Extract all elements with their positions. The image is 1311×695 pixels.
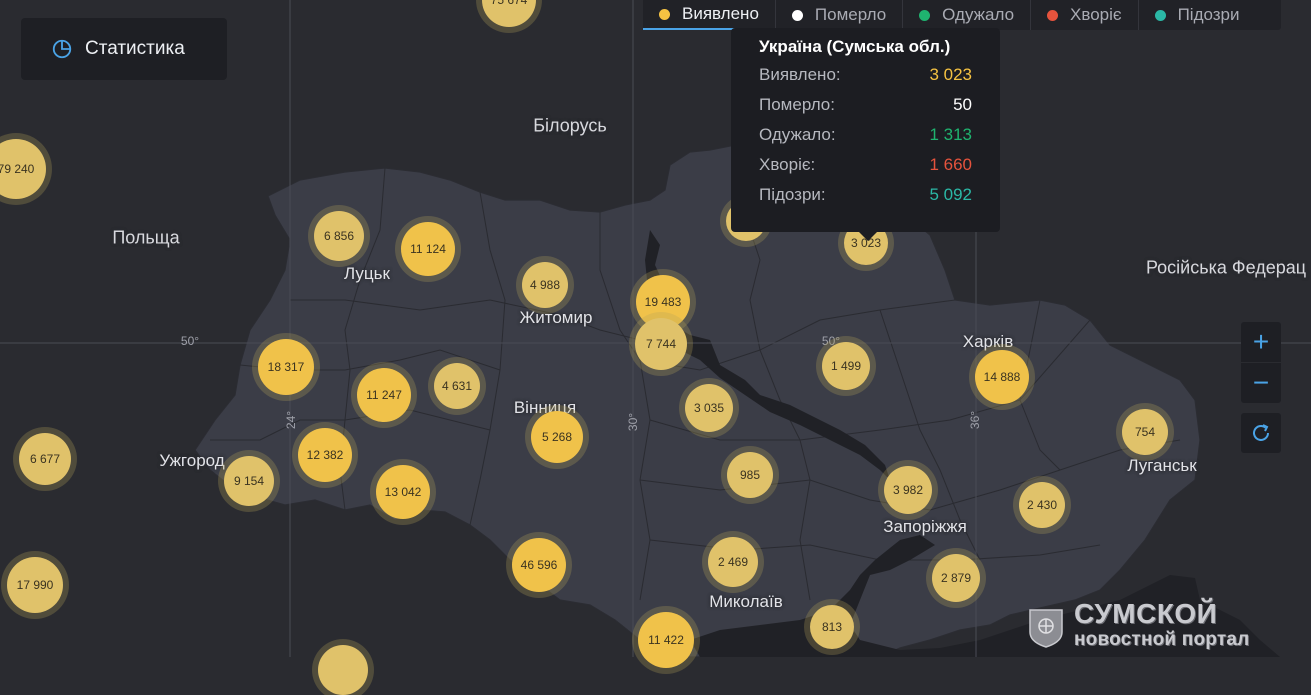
longitude-label: 24°: [284, 410, 298, 430]
case-cluster-marker[interactable]: 9 154: [224, 456, 274, 506]
statistics-button-label: Статистика: [85, 38, 185, 59]
tooltip-row-label: Хворіє:: [759, 155, 816, 174]
case-cluster-marker[interactable]: 13 042: [376, 465, 430, 519]
tab-recovered[interactable]: Одужало: [903, 0, 1032, 30]
case-cluster-marker[interactable]: 2 469: [708, 537, 758, 587]
tab-label: Померло: [814, 5, 887, 24]
case-cluster-marker[interactable]: 4 631: [434, 363, 480, 409]
pie-chart-icon: [52, 39, 72, 59]
watermark: СУМСКОЙ новостной портал: [1028, 598, 1311, 657]
case-cluster-marker[interactable]: 11 422: [638, 612, 694, 668]
watermark-line2: новостной портал: [1074, 629, 1250, 650]
case-cluster-marker[interactable]: 813: [810, 605, 854, 649]
city-label-zaporizhzhia: Запоріжжя: [883, 517, 967, 536]
case-cluster-marker[interactable]: [318, 645, 368, 695]
case-cluster-marker[interactable]: 1 499: [822, 342, 870, 390]
case-cluster-marker[interactable]: 3 035: [685, 384, 733, 432]
case-cluster-marker[interactable]: 14 888: [975, 350, 1029, 404]
tooltip-row-label: Виявлено:: [759, 65, 841, 84]
tab-deaths[interactable]: Померло: [776, 0, 904, 30]
longitude-label: 30°: [626, 412, 640, 432]
refresh-icon: [1253, 424, 1269, 441]
country-label-belarus: Білорусь: [533, 115, 607, 136]
tab-suspected[interactable]: Підозри: [1139, 0, 1256, 30]
tooltip-row-value: 1 313: [929, 125, 972, 144]
status-dot-icon: [919, 9, 931, 21]
tooltip-row-label: Підозри:: [759, 185, 826, 204]
city-label-kharkiv: Харків: [962, 332, 1014, 351]
tab-sick[interactable]: Хворіє: [1031, 0, 1139, 30]
tooltip-arrow: [859, 232, 877, 241]
case-cluster-marker[interactable]: 754: [1122, 409, 1168, 455]
case-cluster-marker[interactable]: 6 677: [19, 433, 71, 485]
tooltip-row-deaths: Померло: 50: [759, 90, 972, 120]
case-cluster-marker[interactable]: 17 990: [7, 557, 63, 613]
status-dot-icon: [1047, 9, 1059, 21]
case-cluster-marker[interactable]: 7 744: [635, 318, 687, 370]
case-cluster-marker[interactable]: 18 317: [258, 339, 314, 395]
tab-label: Одужало: [942, 5, 1015, 24]
city-label-zhytomyr: Житомир: [519, 308, 593, 327]
tooltip-row-recovered: Одужало: 1 313: [759, 120, 972, 150]
tooltip-row-value: 50: [953, 95, 972, 114]
tab-label: Виявлено: [682, 4, 759, 23]
case-cluster-marker[interactable]: 11 247: [357, 368, 411, 422]
zoom-in-button[interactable]: +: [1241, 322, 1281, 362]
country-label-poland: Польща: [112, 227, 180, 248]
tooltip-title: Україна (Сумська обл.): [759, 37, 951, 56]
longitude-label: 36°: [968, 410, 982, 430]
city-label-luhansk: Луганськ: [1127, 456, 1197, 475]
metric-tabs: Виявлено Померло Одужало Хворіє Підозри: [643, 0, 1281, 30]
tooltip-row-value: 5 092: [929, 185, 972, 204]
case-cluster-marker[interactable]: 985: [727, 452, 773, 498]
reset-view-button[interactable]: [1241, 413, 1281, 453]
tab-label: Підозри: [1177, 5, 1240, 24]
tooltip-row-label: Одужало:: [759, 125, 836, 144]
city-label-mykolaiv: Миколаїв: [709, 592, 783, 611]
case-cluster-marker[interactable]: 3 982: [884, 466, 932, 514]
region-tooltip: Україна (Сумська обл.) Виявлено: 3 023 П…: [731, 28, 1000, 241]
status-dot-icon: [1154, 9, 1166, 21]
tooltip-row-sick: Хворіє: 1 660: [759, 150, 972, 180]
tooltip-row-suspected: Підозри: 5 092: [759, 180, 972, 210]
case-cluster-marker[interactable]: 4 988: [522, 262, 568, 308]
status-dot-icon: [791, 9, 803, 21]
status-dot-icon: [659, 8, 670, 20]
tooltip-row-value: 3 023: [929, 65, 972, 84]
watermark-line1: СУМСКОЙ: [1074, 598, 1218, 629]
case-cluster-marker[interactable]: 46 596: [512, 538, 566, 592]
tab-label: Хворіє: [1070, 5, 1122, 24]
tooltip-row-value: 1 660: [929, 155, 972, 174]
case-cluster-marker[interactable]: 5 268: [531, 411, 583, 463]
country-label-russia: Російська Федерац: [1145, 257, 1307, 278]
tooltip-row-detected: Виявлено: 3 023: [759, 60, 972, 90]
tooltip-row-label: Померло:: [759, 95, 835, 114]
statistics-button[interactable]: Статистика: [21, 18, 227, 80]
case-cluster-marker[interactable]: 12 382: [298, 428, 352, 482]
case-cluster-marker[interactable]: 2 430: [1019, 482, 1065, 528]
tab-detected[interactable]: Виявлено: [643, 0, 776, 30]
case-cluster-marker[interactable]: 6 856: [314, 211, 364, 261]
case-cluster-marker[interactable]: 11 124: [401, 222, 455, 276]
zoom-out-button[interactable]: −: [1241, 363, 1281, 403]
city-label-uzhhorod: Ужгород: [159, 451, 225, 470]
case-cluster-marker[interactable]: 2 879: [932, 554, 980, 602]
city-label-lutsk: Луцьк: [344, 264, 390, 283]
portal-logo-icon: [1029, 609, 1063, 648]
latitude-label: 50°: [180, 334, 200, 348]
